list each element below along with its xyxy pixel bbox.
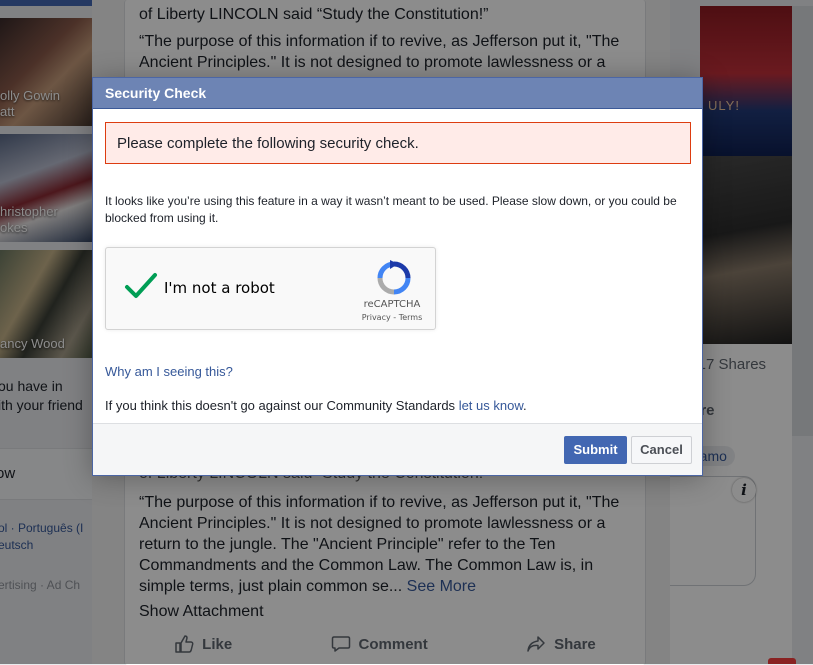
cancel-button[interactable]: Cancel [631, 436, 692, 464]
recaptcha-terms-link[interactable]: Privacy - Terms [352, 313, 432, 322]
dialog-title: Security Check [105, 85, 207, 101]
dialog-footer: Submit Cancel [93, 423, 702, 475]
recaptcha-label: I'm not a robot [164, 279, 275, 297]
alert-box: Please complete the following security c… [105, 122, 691, 164]
dialog-description: It looks like you’re using this feature … [105, 194, 677, 225]
recaptcha-brand: reCAPTCHA [363, 299, 421, 310]
security-check-dialog: Security Check Please complete the follo… [92, 77, 703, 476]
let-us-know-link[interactable]: let us know [459, 398, 523, 413]
recaptcha-logo-icon [377, 260, 411, 295]
community-standards-text: If you think this doesn't go against our… [105, 398, 527, 413]
submit-button[interactable]: Submit [564, 436, 627, 464]
standards-suffix: . [523, 398, 527, 413]
recaptcha-checkbox[interactable] [124, 272, 158, 300]
recaptcha-widget: I'm not a robot reCAPTCHA Privacy - Term… [105, 247, 436, 330]
alert-message: Please complete the following security c… [117, 135, 419, 152]
standards-text: If you think this doesn't go against our… [105, 398, 456, 413]
why-am-i-seeing-this-link[interactable]: Why am I seeing this? [105, 364, 233, 379]
dialog-header: Security Check [93, 78, 702, 109]
